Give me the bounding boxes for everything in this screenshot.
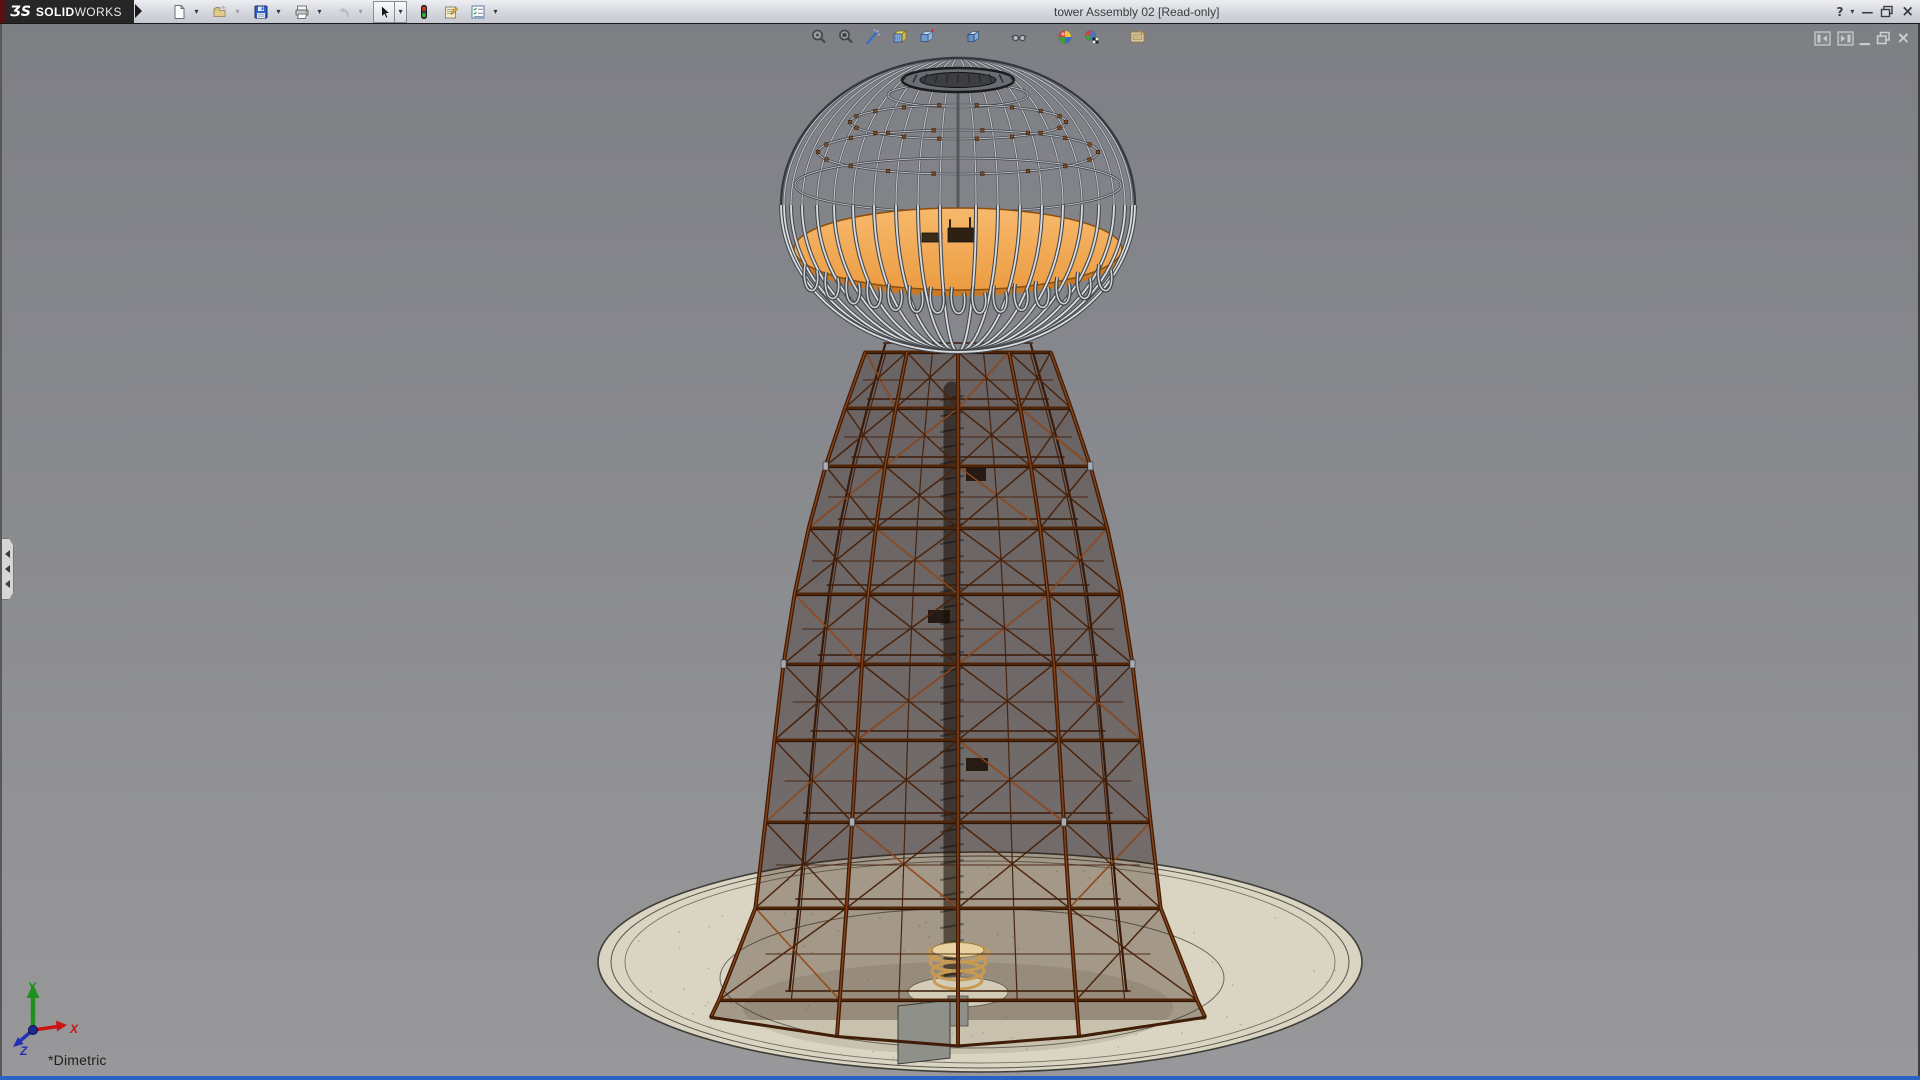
window-title: tower Assembly 02 [Read-only] — [1054, 0, 1219, 23]
section-view-button[interactable] — [889, 26, 911, 48]
new-document-button[interactable] — [168, 1, 190, 23]
zoom-to-fit-button[interactable] — [808, 26, 830, 48]
open-folder-dropdown[interactable]: ▾ — [231, 1, 244, 23]
reference-triad: X Y Z — [13, 980, 79, 1058]
title-bar: ƷS SOLIDWORKS ▾ ▾ ▾ ▾ ▾ ▾ ▾ tower Assembly 02 … — [0, 0, 1920, 24]
options-list-dropdown[interactable]: ▾ — [489, 1, 502, 23]
collapse-arrow-icon — [5, 565, 10, 573]
triad-y-label: Y — [28, 980, 37, 994]
collapse-arrow-icon — [5, 580, 10, 588]
view-orientation-label: *Dimetric — [48, 1052, 107, 1068]
triad-z-label: Z — [19, 1044, 28, 1058]
print-dropdown[interactable]: ▾ — [313, 1, 326, 23]
document-window-controls: ▁ × — [1814, 30, 1910, 46]
dome-cage — [781, 58, 1135, 352]
graphics-viewport[interactable]: X Y Z ▁ × *Dimetric — [0, 24, 1920, 1076]
triad-x-label: X — [69, 1022, 79, 1036]
doc-close-button[interactable]: × — [1897, 30, 1910, 46]
rebuild-traffic-light-button[interactable] — [413, 1, 435, 23]
options-list-button[interactable] — [467, 1, 489, 23]
print-button[interactable] — [291, 1, 313, 23]
heads-up-view-toolbar — [808, 26, 1154, 48]
view-settings-frame-button[interactable] — [1127, 26, 1149, 48]
solidworks-window: ƷS SOLIDWORKS ▾ ▾ ▾ ▾ ▾ ▾ ▾ tower Assembly 02 … — [0, 0, 1920, 1080]
doc-minimize-button[interactable]: ▁ — [1860, 32, 1870, 45]
doc-restore-button[interactable] — [1876, 31, 1891, 45]
properties-note-button[interactable] — [440, 1, 462, 23]
restore-icon — [1880, 5, 1894, 18]
next-window-icon — [1837, 31, 1854, 46]
apply-scene-sphere-button[interactable] — [1081, 26, 1103, 48]
prev-window-button[interactable] — [1814, 31, 1831, 46]
restore-button[interactable] — [1880, 5, 1894, 18]
window-controls: ? ▾ — × — [1836, 0, 1914, 23]
view-orientation-cube-button[interactable] — [916, 26, 938, 48]
feature-manager-collapsed-tab[interactable] — [2, 538, 14, 600]
new-document-dropdown[interactable]: ▾ — [190, 1, 203, 23]
close-button[interactable]: × — [1901, 4, 1914, 19]
next-window-button[interactable] — [1837, 31, 1854, 46]
collapse-arrow-icon — [5, 550, 10, 558]
help-button[interactable]: ? — [1836, 6, 1843, 18]
prev-window-icon — [1814, 31, 1831, 46]
save-button[interactable] — [250, 1, 272, 23]
standard-toolbar: ▾ ▾ ▾ ▾ ▾ ▾ ▾ — [168, 0, 508, 23]
doc-restore-icon — [1876, 31, 1891, 45]
save-dropdown[interactable]: ▾ — [272, 1, 285, 23]
brand-text-works: WORKS — [75, 5, 122, 19]
edit-appearance-sphere-button[interactable] — [1054, 26, 1076, 48]
select-cursor-dropdown[interactable]: ▾ — [395, 1, 407, 23]
select-cursor-button[interactable] — [373, 1, 395, 23]
model-canvas[interactable]: X Y Z — [2, 24, 1918, 1076]
open-folder-button[interactable] — [209, 1, 231, 23]
magnified-selection-wand-button[interactable] — [862, 26, 884, 48]
logo-red-stripe — [0, 0, 6, 23]
zoom-to-area-button[interactable] — [835, 26, 857, 48]
solidworks-mark-icon: ƷS — [10, 4, 31, 20]
toolbar-flyout-arrow-icon[interactable] — [135, 4, 142, 18]
undo-dropdown[interactable]: ▾ — [354, 1, 367, 23]
undo-button[interactable] — [332, 1, 354, 23]
solidworks-logo: ƷS SOLIDWORKS — [0, 0, 134, 23]
display-style-cube-button[interactable] — [962, 26, 984, 48]
window-bottom-border — [0, 1076, 1920, 1080]
brand-text-solid: SOLID — [36, 5, 75, 19]
hide-show-items-glasses-button[interactable] — [1008, 26, 1030, 48]
minimize-button[interactable]: — — [1861, 6, 1873, 18]
help-dropdown-icon[interactable]: ▾ — [1850, 8, 1854, 16]
